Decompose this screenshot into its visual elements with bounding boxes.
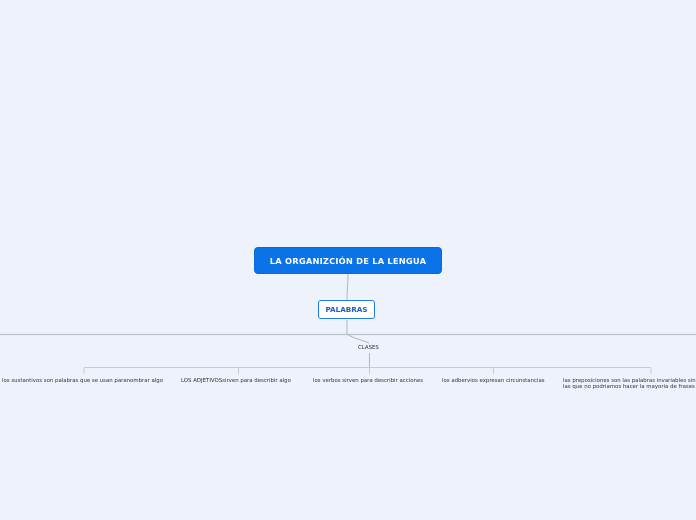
mindmap-canvas: LA ORGANIZCIÓN DE LA LENGUA PALABRAS CLA… [0,0,696,520]
leaf-verbos[interactable]: los verbos sirven para describir accione… [313,378,423,384]
leaf-adjetivos[interactable]: LOS ADJETIVOSsirven para describir algo [181,378,291,384]
leaf-sustantivos[interactable]: los sustantivos son palabras que se usan… [2,378,163,384]
subtopic-clases[interactable]: CLASES [358,345,379,351]
root-topic-label: LA ORGANIZCIÓN DE LA LENGUA [269,255,427,266]
connector-root-main [346,272,349,301]
leaf-adverbios[interactable]: los adbervios expresan circunstancias [442,378,545,384]
root-topic[interactable]: LA ORGANIZCIÓN DE LA LENGUA [255,248,441,273]
main-topic-label: PALABRAS [325,305,368,314]
main-topic-palabras[interactable]: PALABRAS [318,300,375,319]
leaf-preposiciones[interactable]: las preposiciones son las palabras invar… [563,378,696,390]
connector-main-clases [346,333,370,344]
